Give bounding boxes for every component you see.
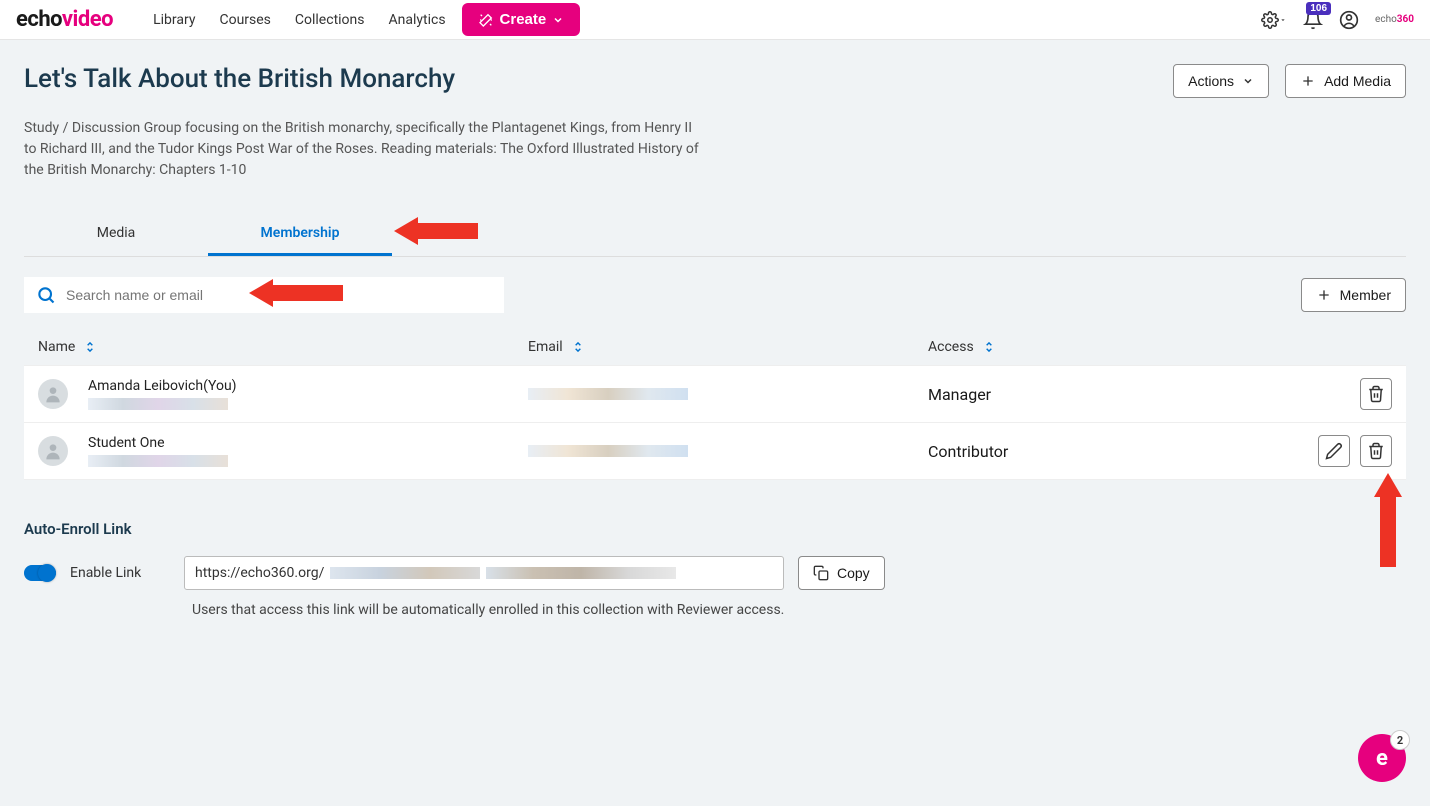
avatar	[38, 436, 68, 466]
delete-member-button[interactable]	[1360, 378, 1392, 410]
main-content: Let's Talk About the British Monarchy Ac…	[0, 40, 1430, 642]
table-header: Name Email Access	[24, 329, 1406, 365]
actions-button[interactable]: Actions	[1173, 64, 1269, 98]
copy-label: Copy	[837, 565, 870, 581]
redacted-email	[88, 398, 228, 410]
sort-icon[interactable]	[571, 340, 585, 354]
member-access: Contributor	[928, 442, 1008, 461]
help-fab[interactable]: e 2	[1358, 734, 1406, 782]
annotation-arrow-membership	[394, 217, 478, 245]
col-access-label: Access	[928, 339, 974, 355]
table-row: Amanda Leibovich(You) Manager	[24, 365, 1406, 422]
auto-enroll-row: Enable Link https://echo360.org/ Copy	[24, 556, 1406, 590]
actions-label: Actions	[1188, 73, 1234, 89]
copy-link-button[interactable]: Copy	[798, 556, 885, 590]
nav-library[interactable]: Library	[153, 12, 195, 28]
user-icon	[43, 441, 63, 461]
page-description: Study / Discussion Group focusing on the…	[24, 118, 704, 181]
nav-courses[interactable]: Courses	[219, 12, 270, 28]
avatar	[38, 379, 68, 409]
small-brand: echo360	[1375, 14, 1414, 25]
create-label: Create	[500, 11, 547, 28]
search-icon	[36, 285, 56, 305]
chevron-down-icon	[1242, 75, 1254, 87]
plus-icon	[1316, 287, 1332, 303]
nav-analytics[interactable]: Analytics	[389, 12, 446, 28]
user-icon	[43, 384, 63, 404]
sort-icon[interactable]	[83, 340, 97, 354]
annotation-arrow-search	[249, 279, 343, 307]
annotation-arrow-delete	[1374, 473, 1402, 567]
topbar-right: 106 echo360	[1261, 10, 1414, 30]
create-button[interactable]: Create	[462, 3, 581, 36]
redacted-email	[88, 455, 228, 467]
chevron-down-icon	[552, 14, 564, 26]
col-name-label: Name	[38, 339, 75, 355]
logo-part2: video	[62, 7, 113, 32]
table-row: Student One Contributor	[24, 422, 1406, 480]
link-prefix: https://echo360.org/	[195, 565, 324, 581]
page-header: Let's Talk About the British Monarchy Ac…	[24, 64, 1406, 98]
member-label: Member	[1340, 287, 1391, 303]
trash-icon	[1367, 385, 1385, 403]
nav-collections[interactable]: Collections	[295, 12, 365, 28]
redacted-link	[330, 567, 480, 579]
redacted-email-col	[528, 445, 688, 457]
notifications-button[interactable]: 106	[1303, 10, 1323, 30]
member-name: Student One	[88, 435, 228, 451]
sort-icon[interactable]	[982, 340, 996, 354]
magic-wand-icon	[478, 12, 494, 28]
membership-toolbar: Member	[24, 277, 1406, 313]
trash-icon	[1367, 442, 1385, 460]
auto-enroll-title: Auto-Enroll Link	[24, 520, 1406, 538]
members-table: Name Email Access Amanda Leibovich(You)	[24, 329, 1406, 480]
top-nav: Library Courses Collections Analytics	[153, 12, 445, 28]
account-button[interactable]	[1339, 10, 1359, 30]
add-media-label: Add Media	[1324, 73, 1391, 89]
top-bar: echovideo Library Courses Collections An…	[0, 0, 1430, 40]
tabs: Media Membership	[24, 213, 1406, 257]
plus-icon	[1300, 73, 1316, 89]
notification-badge: 106	[1306, 2, 1331, 15]
enable-link-toggle[interactable]	[24, 565, 56, 581]
logo[interactable]: echovideo	[16, 7, 113, 32]
gear-icon	[1261, 11, 1279, 29]
auto-enroll-link-input[interactable]: https://echo360.org/	[184, 556, 784, 590]
fab-badge: 2	[1390, 730, 1410, 750]
enable-link-label: Enable Link	[70, 565, 170, 581]
redacted-link	[486, 567, 676, 579]
page-title: Let's Talk About the British Monarchy	[24, 64, 1157, 94]
chevron-down-icon	[1279, 16, 1287, 24]
add-member-button[interactable]: Member	[1301, 278, 1406, 312]
member-access: Manager	[928, 385, 991, 404]
edit-member-button[interactable]	[1318, 435, 1350, 467]
auto-enroll-hint: Users that access this link will be auto…	[192, 602, 1406, 618]
settings-button[interactable]	[1261, 11, 1287, 29]
redacted-email-col	[528, 388, 688, 400]
user-circle-icon	[1339, 10, 1359, 30]
tab-media[interactable]: Media	[24, 213, 208, 256]
copy-icon	[813, 565, 829, 581]
pencil-icon	[1325, 442, 1343, 460]
logo-part1: echo	[16, 7, 62, 32]
add-media-button[interactable]: Add Media	[1285, 64, 1406, 98]
delete-member-button[interactable]	[1360, 435, 1392, 467]
tab-membership[interactable]: Membership	[208, 213, 392, 256]
col-email-label: Email	[528, 339, 563, 355]
member-name: Amanda Leibovich(You)	[88, 378, 237, 394]
